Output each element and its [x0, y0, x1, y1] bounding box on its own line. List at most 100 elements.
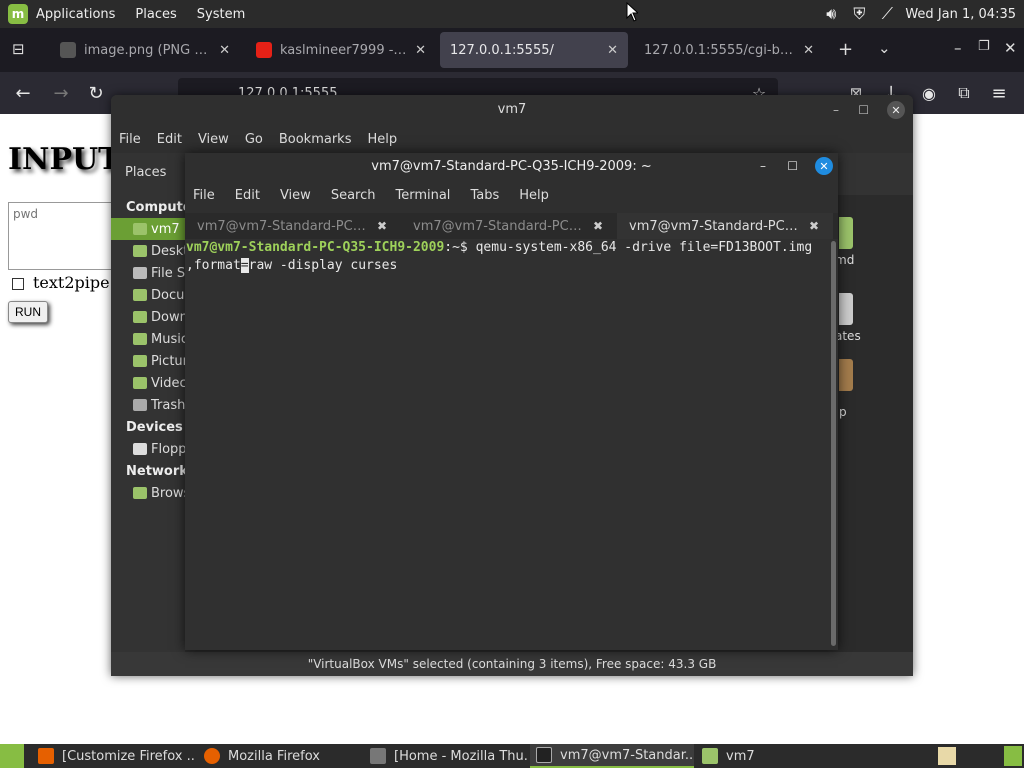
menu-file[interactable]: File: [119, 132, 141, 147]
sidebar-list: Compute vm7 Deskt File Sy Docur Down Mus…: [111, 195, 185, 656]
terminal-tab[interactable]: vm7@vm7-Standard-PC-Q35-ICH9-2009: ~ ✖: [185, 213, 401, 239]
tab-label: 127.0.0.1:5555/cgi-bin/m: [644, 42, 796, 58]
minimize-icon[interactable]: –: [954, 39, 962, 57]
menu-view[interactable]: View: [198, 132, 229, 147]
minimize-icon[interactable]: –: [833, 103, 839, 117]
menu-bookmarks[interactable]: Bookmarks: [279, 132, 352, 147]
volume-icon[interactable]: 🔊︎: [821, 4, 841, 24]
sidebar-item-label: Videc: [151, 375, 185, 391]
mint-menu-icon[interactable]: m: [8, 4, 28, 24]
terminal-titlebar[interactable]: vm7@vm7-Standard-PC-Q35-ICH9-2009: ~ – ☐…: [185, 153, 838, 181]
sidebar-item-filesystem[interactable]: File Sy: [111, 262, 185, 284]
templates-folder-icon[interactable]: [839, 293, 853, 325]
menu-terminal[interactable]: Terminal: [395, 188, 450, 203]
desktop-icon: [133, 245, 147, 257]
terminal-icon: [536, 747, 552, 763]
shield-icon[interactable]: ⛨: [849, 4, 869, 24]
account-icon[interactable]: ◉: [918, 82, 940, 104]
forward-icon[interactable]: →: [50, 82, 72, 104]
folder-icon[interactable]: [839, 217, 853, 249]
places-menu[interactable]: Places: [135, 7, 176, 22]
firefox-tab-image[interactable]: image.png (PNG Imag ✕: [50, 32, 240, 68]
close-icon[interactable]: ✕: [211, 43, 230, 58]
maximize-icon[interactable]: ☐: [858, 103, 869, 117]
notes-icon[interactable]: [938, 747, 956, 765]
menu-edit[interactable]: Edit: [157, 132, 182, 147]
menu-tabs[interactable]: Tabs: [470, 188, 499, 203]
file-label[interactable]: ates: [835, 329, 861, 343]
minimize-icon[interactable]: –: [760, 159, 766, 173]
sidebar-item-browse-network[interactable]: Brows: [111, 482, 185, 504]
close-icon[interactable]: ✕: [599, 43, 618, 58]
close-icon[interactable]: ✕: [795, 43, 814, 58]
menu-edit[interactable]: Edit: [235, 188, 260, 203]
close-icon[interactable]: ✕: [887, 101, 905, 119]
sidebar-item-music[interactable]: Music: [111, 328, 185, 350]
workspace-switcher-icon[interactable]: [1004, 746, 1022, 766]
reload-icon[interactable]: ↻: [85, 82, 107, 104]
taskbar-item-customize-firefox[interactable]: [Customize Firefox ...: [32, 744, 196, 768]
maximize-icon[interactable]: ❐: [978, 39, 990, 54]
file-manager-titlebar[interactable]: vm7 – ☐ ✕: [111, 95, 913, 125]
new-tab-icon[interactable]: +: [838, 39, 853, 60]
back-icon[interactable]: ←: [12, 82, 34, 104]
network-folder-icon: [133, 487, 147, 499]
sidebar-item-desktop[interactable]: Deskt: [111, 240, 185, 262]
maximize-icon[interactable]: ☐: [787, 159, 798, 173]
terminal-output[interactable]: vm7@vm7-Standard-PC-Q35-ICH9-2009:~$ qem…: [185, 239, 830, 650]
sidebar-item-videos[interactable]: Videc: [111, 372, 185, 394]
run-button[interactable]: RUN: [8, 301, 48, 323]
applications-menu[interactable]: Applications: [36, 7, 115, 22]
sidebar-item-documents[interactable]: Docur: [111, 284, 185, 306]
taskbar-item-terminal[interactable]: vm7@vm7-Standar...: [530, 744, 694, 768]
terminal-scrollbar[interactable]: [831, 241, 836, 646]
mouse-cursor-icon: [626, 2, 638, 22]
taskbar-item-vm7[interactable]: vm7: [696, 744, 860, 768]
window-title: vm7@vm7-Standard-PC-Q35-ICH9-2009: ~: [371, 159, 652, 174]
clock[interactable]: Wed Jan 1, 04:35: [905, 7, 1016, 22]
show-desktop-icon[interactable]: [0, 744, 24, 768]
tab-list-icon[interactable]: ⊟: [12, 40, 25, 58]
text2pipe-checkbox[interactable]: [12, 278, 24, 290]
firefox-tab-youtube[interactable]: kaslmineer7999 - YouT ✕: [246, 32, 436, 68]
menu-help[interactable]: Help: [519, 188, 549, 203]
close-icon[interactable]: ✕: [407, 43, 426, 58]
close-icon[interactable]: ✕: [815, 157, 833, 175]
file-manager-menubar: File Edit View Go Bookmarks Help: [111, 125, 913, 153]
taskbar-item-thunderbird[interactable]: [Home - Mozilla Thu...: [364, 744, 528, 768]
extensions-icon[interactable]: ⧉: [953, 82, 975, 104]
close-icon[interactable]: ✖: [593, 219, 603, 233]
menu-search[interactable]: Search: [331, 188, 376, 203]
firefox-tab-cgi[interactable]: 127.0.0.1:5555/cgi-bin/m ✕: [634, 32, 824, 68]
tab-label: 127.0.0.1:5555/: [450, 42, 554, 58]
chevron-down-icon[interactable]: ⌄: [878, 39, 891, 57]
system-menu[interactable]: System: [197, 7, 245, 22]
menu-file[interactable]: File: [193, 188, 215, 203]
sidebar-item-label: Brows: [151, 485, 185, 501]
taskbar-item-firefox[interactable]: Mozilla Firefox: [198, 744, 362, 768]
sidebar-item-pictures[interactable]: Pictur: [111, 350, 185, 372]
sidebar-item-floppy[interactable]: Flopp: [111, 438, 185, 460]
firefox-icon: [204, 748, 220, 764]
sidebar-item-downloads[interactable]: Down: [111, 306, 185, 328]
file-label[interactable]: p: [839, 405, 847, 419]
menu-go[interactable]: Go: [245, 132, 263, 147]
places-dropdown[interactable]: Places: [125, 165, 166, 180]
sidebar-heading-computer: Compute: [126, 200, 185, 215]
menu-view[interactable]: View: [280, 188, 311, 203]
pwd-textarea[interactable]: [8, 202, 118, 270]
sidebar-item-trash[interactable]: Trash: [111, 394, 185, 416]
terminal-tab[interactable]: vm7@vm7-Standard-PC-Q35-ICH9-2009: ~ ✖: [401, 213, 617, 239]
sidebar-item-vm7[interactable]: vm7: [111, 218, 185, 240]
terminal-tab-active[interactable]: vm7@vm7-Standard-PC-Q35-ICH9-2009: ~ ✖: [617, 213, 833, 239]
close-window-icon[interactable]: ✕: [1004, 39, 1017, 57]
menu-icon[interactable]: ≡: [988, 82, 1010, 104]
package-icon[interactable]: [839, 359, 853, 391]
music-folder-icon: [133, 333, 147, 345]
close-icon[interactable]: ✖: [377, 219, 387, 233]
network-icon[interactable]: ⟋: [877, 4, 897, 24]
firefox-tab-local[interactable]: 127.0.0.1:5555/ ✕: [440, 32, 628, 68]
menu-help[interactable]: Help: [367, 132, 397, 147]
close-icon[interactable]: ✖: [809, 219, 819, 233]
floppy-icon: [133, 443, 147, 455]
